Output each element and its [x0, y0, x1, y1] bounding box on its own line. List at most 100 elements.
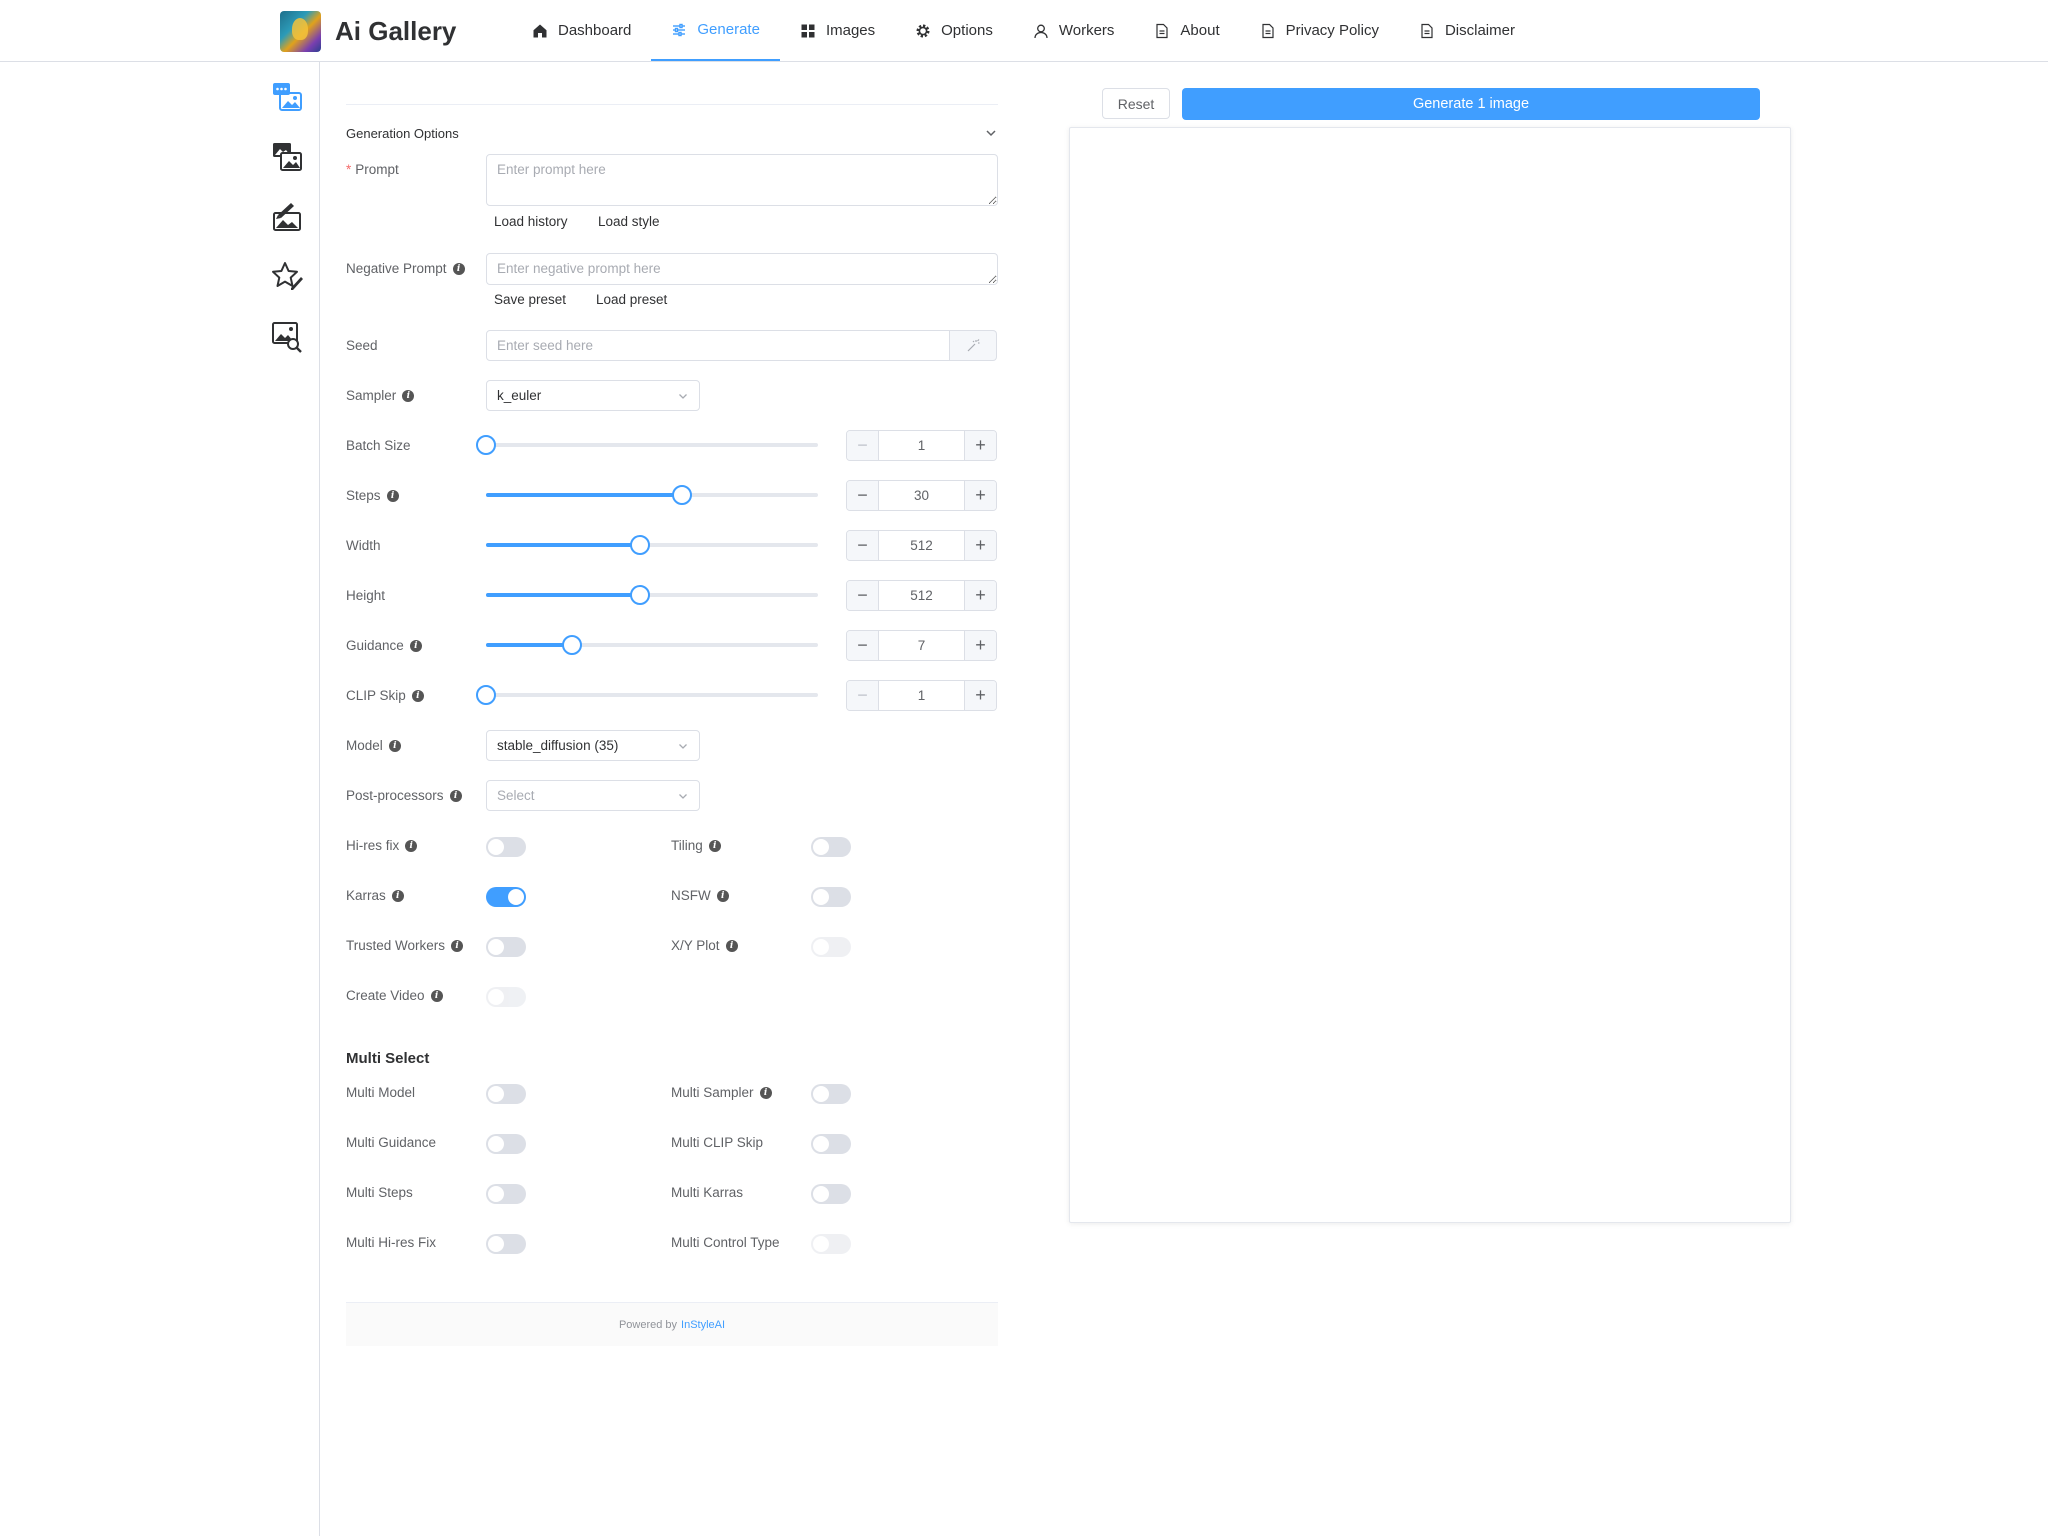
decrement-button[interactable]: −	[847, 581, 879, 610]
height-value[interactable]: 512	[879, 581, 964, 610]
post-processors-select[interactable]: Select	[486, 780, 700, 811]
random-seed-button[interactable]	[950, 330, 997, 361]
brand[interactable]: Ai Gallery	[280, 11, 456, 52]
info-icon[interactable]: i	[411, 689, 424, 702]
multi-karras-label: Multi Karras	[671, 1185, 743, 1200]
slider-thumb[interactable]	[562, 635, 583, 655]
increment-button[interactable]: +	[964, 581, 996, 610]
document-icon	[1421, 23, 1433, 38]
height-slider[interactable]	[486, 585, 818, 605]
steps-value[interactable]: 30	[879, 481, 964, 510]
guidance-slider[interactable]	[486, 635, 818, 655]
batch-value[interactable]: 1	[879, 431, 964, 460]
slider-thumb[interactable]	[630, 585, 651, 605]
post-processors-label: Post-processors i	[346, 788, 462, 803]
width-value[interactable]: 512	[879, 531, 964, 560]
info-icon[interactable]: i	[449, 789, 462, 802]
nav-dashboard[interactable]: Dashboard	[512, 0, 651, 61]
generation-options-header[interactable]: Generation Options	[346, 120, 998, 146]
decrement-button[interactable]: −	[847, 431, 879, 460]
save-preset-button[interactable]: Save preset	[494, 292, 566, 307]
increment-button[interactable]: +	[964, 631, 996, 660]
interrogate-icon[interactable]	[270, 320, 304, 354]
reset-button[interactable]: Reset	[1102, 88, 1170, 119]
clip-value[interactable]: 1	[879, 681, 964, 710]
model-select[interactable]: stable_diffusion (35)	[486, 730, 700, 761]
nav-privacy-policy[interactable]: Privacy Policy	[1240, 0, 1399, 61]
karras-label-text: Karras	[346, 888, 386, 903]
nav-workers[interactable]: Workers	[1013, 0, 1135, 61]
nsfw-switch[interactable]	[811, 887, 851, 907]
multi-guidance-switch[interactable]	[486, 1134, 526, 1154]
guidance-value[interactable]: 7	[879, 631, 964, 660]
multi-clip-skip-switch[interactable]	[811, 1134, 851, 1154]
create-video-switch[interactable]	[486, 987, 526, 1007]
model-label: Model i	[346, 738, 401, 753]
decrement-button[interactable]: −	[847, 531, 879, 560]
slider-thumb[interactable]	[476, 685, 496, 705]
info-icon[interactable]: i	[409, 639, 422, 652]
info-icon[interactable]: i	[405, 839, 418, 852]
nav-options[interactable]: Options	[895, 0, 1013, 61]
steps-stepper: −30 +	[846, 480, 997, 511]
slider-thumb[interactable]	[476, 435, 496, 455]
multi-steps-switch[interactable]	[486, 1184, 526, 1204]
batch-label-text: Batch Size	[346, 438, 411, 453]
info-icon[interactable]: i	[388, 739, 401, 752]
info-icon[interactable]: i	[430, 989, 443, 1002]
batch-slider[interactable]	[476, 435, 818, 455]
load-preset-button[interactable]: Load preset	[596, 292, 667, 307]
nav-images[interactable]: Images	[780, 0, 895, 61]
multi-control-type-switch[interactable]	[811, 1234, 851, 1254]
info-icon[interactable]: i	[451, 939, 464, 952]
instyleai-link[interactable]: InStyleAI	[681, 1319, 725, 1331]
seed-input[interactable]	[486, 330, 950, 361]
info-icon[interactable]: i	[759, 1086, 772, 1099]
text-to-image-icon[interactable]	[270, 80, 304, 114]
info-icon[interactable]: i	[716, 889, 729, 902]
increment-button[interactable]: +	[964, 531, 996, 560]
multi-hires-fix-switch[interactable]	[486, 1234, 526, 1254]
xy-plot-switch[interactable]	[811, 937, 851, 957]
nav-about[interactable]: About	[1134, 0, 1239, 61]
nav-label: Privacy Policy	[1285, 22, 1379, 39]
increment-button[interactable]: +	[964, 431, 996, 460]
info-icon[interactable]: i	[708, 839, 721, 852]
multi-control-type-label: Multi Control Type	[671, 1235, 780, 1250]
info-icon[interactable]: i	[386, 489, 399, 502]
generate-button[interactable]: Generate 1 image	[1182, 88, 1760, 120]
increment-button[interactable]: +	[964, 681, 996, 710]
increment-button[interactable]: +	[964, 481, 996, 510]
multi-sampler-switch[interactable]	[811, 1084, 851, 1104]
info-icon[interactable]: i	[725, 939, 738, 952]
multi-model-switch[interactable]	[486, 1084, 526, 1104]
load-style-button[interactable]: Load style	[598, 214, 660, 229]
decrement-button[interactable]: −	[847, 631, 879, 660]
slider-thumb[interactable]	[671, 485, 692, 505]
width-slider[interactable]	[486, 535, 818, 555]
image-to-image-icon[interactable]	[270, 140, 304, 174]
hires-fix-switch[interactable]	[486, 837, 526, 857]
decrement-button[interactable]: −	[847, 681, 879, 710]
negative-prompt-input[interactable]	[486, 253, 998, 285]
info-icon[interactable]: i	[452, 262, 465, 275]
slider-thumb[interactable]	[630, 535, 651, 555]
info-icon[interactable]: i	[402, 389, 415, 402]
trusted-workers-switch[interactable]	[486, 937, 526, 957]
clip-slider[interactable]	[476, 685, 818, 705]
load-history-button[interactable]: Load history	[494, 214, 568, 229]
info-icon[interactable]: i	[391, 889, 404, 902]
decrement-button[interactable]: −	[847, 481, 879, 510]
rate-icon[interactable]	[270, 260, 304, 294]
nav-disclaimer[interactable]: Disclaimer	[1399, 0, 1535, 61]
karras-switch[interactable]	[486, 887, 526, 907]
nav-generate[interactable]: Generate	[651, 0, 780, 61]
steps-slider[interactable]	[486, 485, 818, 505]
sampler-select[interactable]: k_euler	[486, 380, 700, 411]
tiling-switch[interactable]	[811, 837, 851, 857]
multi-karras-switch[interactable]	[811, 1184, 851, 1204]
multi-select-title: Multi Select	[346, 1050, 430, 1067]
top-navbar: Ai Gallery Dashboard Generate Images Opt…	[0, 0, 2048, 62]
inpainting-icon[interactable]	[270, 200, 304, 234]
prompt-input[interactable]	[486, 154, 998, 206]
